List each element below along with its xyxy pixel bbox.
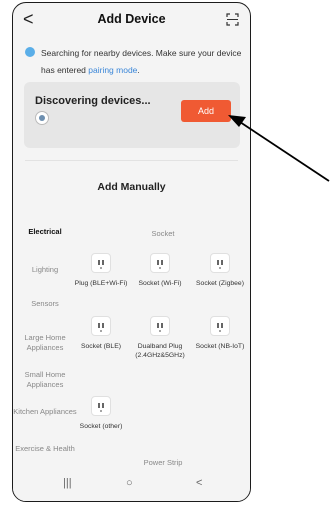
annotation-arrow <box>228 115 330 182</box>
